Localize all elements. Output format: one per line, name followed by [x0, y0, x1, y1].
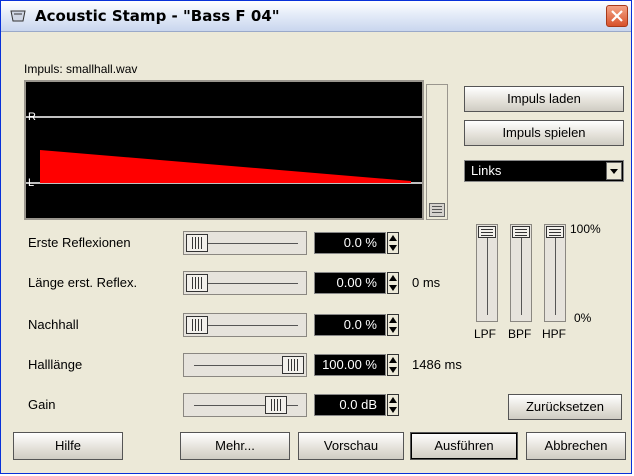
gain-slider[interactable]: [183, 393, 307, 417]
lpf-slider[interactable]: [476, 224, 498, 322]
reverb-length-slider-thumb[interactable]: [282, 356, 304, 374]
display-scroll-thumb[interactable]: [429, 203, 445, 217]
reverb-spinner[interactable]: [387, 314, 399, 336]
reverb-value[interactable]: 0.0 %: [314, 314, 386, 336]
more-button[interactable]: Mehr...: [180, 432, 290, 460]
close-icon: [611, 10, 623, 22]
spin-down-icon[interactable]: [389, 245, 397, 251]
cancel-button[interactable]: Abbrechen: [526, 432, 626, 460]
gain-label: Gain: [28, 397, 56, 412]
impulse-waveform-display: R L: [24, 80, 424, 220]
early-reflection-length-slider-thumb[interactable]: [186, 274, 208, 292]
close-button[interactable]: [606, 5, 628, 27]
impulse-waveform: [40, 150, 411, 183]
filter-min-label: 0%: [574, 311, 592, 325]
spin-up-icon[interactable]: [389, 357, 397, 363]
hpf-label: HPF: [542, 327, 566, 341]
gain-spinner[interactable]: [387, 394, 399, 416]
filter-max-label: 100%: [570, 222, 601, 236]
spin-down-icon[interactable]: [389, 285, 397, 291]
channel-r-label: R: [28, 111, 36, 123]
early-reflections-slider-thumb[interactable]: [186, 234, 208, 252]
reverb-slider[interactable]: [183, 313, 307, 337]
lpf-slider-thumb[interactable]: [478, 226, 496, 238]
channel-select[interactable]: Links: [464, 160, 624, 182]
gain-slider-thumb[interactable]: [265, 396, 287, 414]
hpf-slider-thumb[interactable]: [546, 226, 564, 238]
channel-select-value: Links: [471, 163, 502, 178]
early-reflections-slider[interactable]: [183, 231, 307, 255]
spin-up-icon[interactable]: [389, 317, 397, 323]
spin-up-icon[interactable]: [389, 275, 397, 281]
early-reflections-value[interactable]: 0.0 %: [314, 232, 386, 254]
help-button[interactable]: Hilfe: [13, 432, 123, 460]
window-title: Acoustic Stamp - "Bass F 04": [35, 7, 280, 25]
bpf-label: BPF: [508, 327, 532, 341]
reverb-length-unit: 1486 ms: [412, 357, 462, 372]
chevron-down-icon[interactable]: [606, 162, 622, 180]
lpf-label: LPF: [474, 327, 497, 341]
early-reflection-length-label: Länge erst. Reflex.: [28, 275, 138, 290]
hpf-slider[interactable]: [544, 224, 566, 322]
load-impulse-button[interactable]: Impuls laden: [464, 86, 624, 112]
early-reflection-length-unit: 0 ms: [412, 275, 441, 290]
reverb-slider-thumb[interactable]: [186, 316, 208, 334]
channel-l-label: L: [28, 177, 35, 189]
title-bar[interactable]: Acoustic Stamp - "Bass F 04": [1, 1, 631, 32]
reverb-label: Nachhall: [28, 317, 79, 332]
early-reflection-length-slider[interactable]: [183, 271, 307, 295]
spin-down-icon[interactable]: [389, 407, 397, 413]
execute-button[interactable]: Ausführen: [410, 432, 518, 460]
early-reflection-length-value[interactable]: 0.00 %: [314, 272, 386, 294]
reverb-length-value[interactable]: 100.00 %: [314, 354, 386, 376]
reset-button[interactable]: Zurücksetzen: [508, 394, 622, 420]
spin-up-icon[interactable]: [389, 397, 397, 403]
spin-down-icon[interactable]: [389, 367, 397, 373]
impulse-file-label: Impuls: smallhall.wav: [24, 62, 138, 76]
spin-up-icon[interactable]: [389, 235, 397, 241]
spin-down-icon[interactable]: [389, 327, 397, 333]
early-reflections-spinner[interactable]: [387, 232, 399, 254]
reverb-length-spinner[interactable]: [387, 354, 399, 376]
app-icon: [10, 10, 26, 22]
display-scrollbar[interactable]: [426, 84, 448, 220]
preview-button[interactable]: Vorschau: [298, 432, 404, 460]
gain-value[interactable]: 0.0 dB: [314, 394, 386, 416]
early-reflection-length-spinner[interactable]: [387, 272, 399, 294]
reverb-length-label: Halllänge: [28, 357, 83, 372]
bpf-slider[interactable]: [510, 224, 532, 322]
reverb-length-slider[interactable]: [183, 353, 307, 377]
early-reflections-label: Erste Reflexionen: [28, 235, 131, 250]
play-impulse-button[interactable]: Impuls spielen: [464, 120, 624, 146]
bpf-slider-thumb[interactable]: [512, 226, 530, 238]
